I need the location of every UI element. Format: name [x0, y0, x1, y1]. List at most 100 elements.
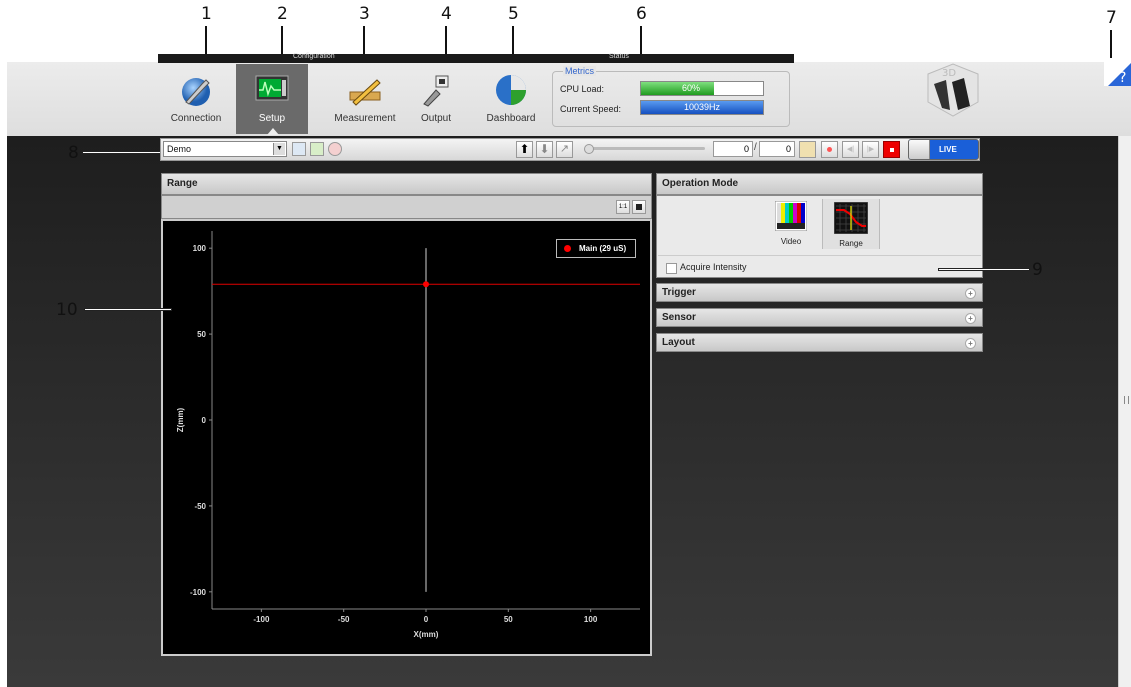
- pie-globe-icon: [496, 75, 526, 105]
- tool-dashboard[interactable]: Dashboard: [480, 64, 542, 134]
- y-tick-label: -100: [190, 588, 207, 597]
- range-mode-label: Range: [839, 239, 863, 248]
- video-mode-button[interactable]: Video: [771, 200, 811, 249]
- record-icon[interactable]: [821, 141, 838, 158]
- step-back-icon[interactable]: ◀|: [842, 141, 859, 158]
- operation-mode-header: Operation Mode: [656, 173, 983, 195]
- tool-label: Output: [420, 113, 452, 124]
- help-icon[interactable]: ?: [1104, 58, 1131, 86]
- range-mode-button[interactable]: Range: [822, 199, 880, 249]
- edit-icon[interactable]: [799, 141, 816, 158]
- range-plot[interactable]: 100 50 0 -50 -100 -100 -50 0 50 100 X(mm) Z(mm): [163, 221, 650, 654]
- tool-measurement[interactable]: Measurement: [320, 64, 410, 134]
- section-sensor[interactable]: Sensor +: [656, 308, 983, 327]
- monitor-waveform-icon: [255, 75, 289, 101]
- frame-total-field[interactable]: 0: [759, 141, 795, 157]
- callout-9: 9: [1032, 260, 1043, 280]
- cpu-load-label: CPU Load:: [560, 84, 605, 94]
- range-grid-icon: [833, 201, 869, 235]
- callout-4: 4: [441, 4, 452, 24]
- toolbar-section-header: [158, 54, 794, 63]
- section-layout[interactable]: Layout +: [656, 333, 983, 352]
- live-toggle-knob: [909, 140, 930, 159]
- step-forward-icon[interactable]: |▶: [862, 141, 879, 158]
- callout-8-line: [82, 151, 162, 154]
- svg-text:3D: 3D: [942, 68, 956, 79]
- vertical-scrollbar[interactable]: [1118, 136, 1131, 687]
- y-axis-label: Z(mm): [176, 407, 185, 432]
- frame-total-value: 0: [785, 144, 791, 154]
- callout-5: 5: [508, 4, 519, 24]
- cpu-load-value: 60%: [681, 83, 700, 93]
- dropdown-arrow-icon: ▼: [273, 143, 285, 155]
- acquire-intensity-label: Acquire Intensity: [680, 262, 747, 272]
- upload-icon[interactable]: ⬆: [516, 141, 533, 158]
- expand-icon[interactable]: +: [965, 313, 976, 324]
- current-speed-value: 10039Hz: [683, 102, 721, 112]
- tool-connection[interactable]: Connection: [160, 64, 232, 134]
- x-tick-label: 100: [584, 615, 598, 624]
- status-label: Status: [609, 53, 629, 60]
- color-bars-icon: [774, 200, 808, 232]
- section-trigger-label: Trigger: [662, 287, 696, 298]
- tool-setup[interactable]: Setup: [236, 64, 308, 135]
- y-tick-label: 0: [202, 416, 207, 425]
- frame-current-field[interactable]: 0: [713, 141, 753, 157]
- section-sensor-label: Sensor: [662, 312, 696, 323]
- range-panel-header: Range: [161, 173, 652, 195]
- range-panel-title: Range: [167, 178, 198, 189]
- x-tick-label: 0: [424, 615, 429, 624]
- range-panel-toolbar: [161, 195, 652, 219]
- callout-8: 8: [68, 143, 79, 163]
- stop-icon[interactable]: [883, 141, 900, 158]
- legend-label: Main (29 uS): [579, 244, 627, 253]
- configuration-label: Configuration: [293, 53, 335, 60]
- callout-9-line: [938, 268, 1030, 271]
- frame-separator: /: [754, 142, 757, 153]
- current-speed-label: Current Speed:: [560, 104, 622, 114]
- x-tick-label: 50: [504, 615, 513, 624]
- callout-3: 3: [359, 4, 370, 24]
- tool-output[interactable]: Output: [410, 64, 462, 134]
- export-icon[interactable]: ↗: [556, 141, 573, 158]
- download-icon[interactable]: ⬇: [536, 141, 553, 158]
- video-mode-label: Video: [780, 237, 802, 246]
- y-tick-label: 50: [197, 330, 206, 339]
- svg-text:?: ?: [1119, 70, 1126, 86]
- section-layout-label: Layout: [662, 337, 695, 348]
- fullscreen-icon[interactable]: [632, 200, 646, 214]
- add-icon[interactable]: [310, 142, 324, 156]
- x-axis-label: X(mm): [414, 630, 439, 639]
- callout-2: 2: [277, 4, 288, 24]
- y-tick-label: 100: [193, 244, 207, 253]
- tool-label: Connection: [170, 113, 222, 124]
- section-trigger[interactable]: Trigger +: [656, 283, 983, 302]
- data-point: [423, 281, 429, 288]
- active-pointer-icon: [267, 128, 279, 135]
- tool-label: Dashboard: [486, 113, 536, 124]
- job-select-value: Demo: [167, 144, 192, 154]
- fit-zoom-icon[interactable]: 1:1: [616, 200, 630, 214]
- legend-marker: [564, 245, 571, 252]
- expand-icon[interactable]: +: [965, 288, 976, 299]
- metrics-group: [552, 71, 790, 127]
- slider-thumb[interactable]: [584, 144, 594, 154]
- callout-6: 6: [636, 4, 647, 24]
- save-icon[interactable]: [292, 142, 306, 156]
- x-tick-label: -100: [253, 615, 270, 624]
- ruler-pencil-icon: [349, 79, 381, 106]
- callout-7: 7: [1106, 8, 1117, 28]
- acquire-intensity-checkbox[interactable]: [666, 263, 677, 274]
- operation-mode-title: Operation Mode: [662, 178, 739, 189]
- scroll-grip-icon: [1124, 396, 1129, 404]
- live-toggle[interactable]: LIVE: [908, 139, 979, 160]
- callout-10-line: [84, 308, 172, 311]
- expand-icon[interactable]: +: [965, 338, 976, 349]
- playback-slider[interactable]: [584, 144, 705, 154]
- job-select[interactable]: Demo ▼: [163, 141, 287, 157]
- callout-10: 10: [56, 300, 78, 320]
- current-speed-bar: 10039Hz: [640, 100, 764, 115]
- remove-icon[interactable]: [328, 142, 342, 156]
- tool-label: Setup: [258, 113, 286, 124]
- cpu-load-bar: 60%: [640, 81, 764, 96]
